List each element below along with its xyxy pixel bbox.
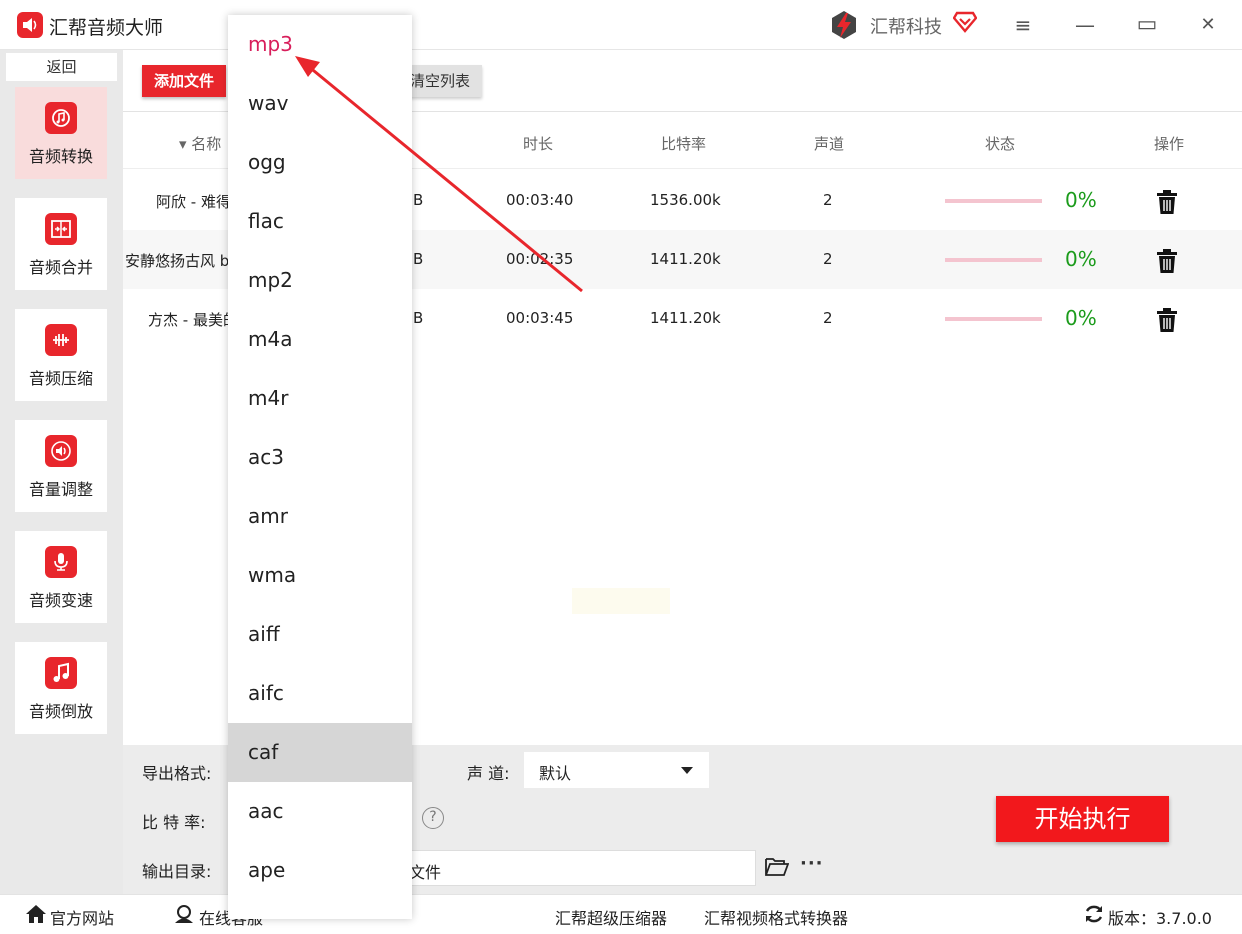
file-bitrate: 1411.20k	[650, 309, 721, 327]
sidebar-item-label: 音频倒放	[28, 702, 93, 721]
version-label: 版本：3.7.0.0	[1108, 909, 1212, 928]
title-bar: 汇帮音频大师 汇帮科技 ≡ — ▭ ✕	[0, 0, 1242, 50]
close-button[interactable]: ✕	[1193, 10, 1223, 40]
brand-name: 汇帮科技	[870, 17, 942, 38]
format-option-m4r[interactable]: m4r	[228, 369, 412, 428]
column-header-duration: 时长	[523, 135, 554, 153]
sidebar: 返回 音频转换 音频合并 音频压缩 音量调整 音频变速 音频倒放	[0, 50, 123, 894]
chevron-down-icon	[681, 767, 693, 774]
sidebar-item-audio-merge[interactable]: 音频合并	[15, 198, 107, 290]
channel-select[interactable]: 默认	[524, 752, 709, 788]
add-file-button[interactable]: 添加文件	[142, 65, 226, 97]
minimize-button[interactable]: —	[1070, 10, 1100, 40]
vip-diamond-icon[interactable]	[952, 11, 978, 37]
volume-icon	[45, 435, 77, 467]
progress-percent: 0%	[1065, 247, 1097, 271]
file-channels: 2	[823, 191, 833, 209]
progress-bar	[945, 199, 1042, 203]
help-icon[interactable]: ?	[422, 807, 444, 829]
format-option-ape[interactable]: ape	[228, 841, 412, 900]
progress-bar	[945, 258, 1042, 262]
back-button[interactable]: 返回	[6, 53, 117, 81]
drop-hint-area	[572, 588, 670, 614]
progress-percent: 0%	[1065, 306, 1097, 330]
format-option-amr[interactable]: amr	[228, 487, 412, 546]
folder-open-icon[interactable]	[765, 856, 790, 882]
sidebar-item-audio-compress[interactable]: 音频压缩	[15, 309, 107, 401]
more-options-icon[interactable]: ···	[800, 853, 824, 874]
column-header-channels: 声道	[814, 135, 845, 153]
format-dropdown-menu[interactable]: mp3 wav ogg flac mp2 m4a m4r ac3 amr wma…	[228, 15, 412, 919]
sidebar-item-label: 音量调整	[28, 480, 93, 499]
customer-service-icon	[173, 904, 195, 928]
bitrate-label: 比 特 率:	[142, 813, 206, 832]
trash-icon[interactable]	[1156, 190, 1178, 218]
brand-logo-icon	[828, 9, 860, 45]
format-option-caf[interactable]: caf	[228, 723, 412, 782]
column-header-action: 操作	[1154, 135, 1185, 153]
sidebar-item-label: 音频变速	[28, 591, 93, 610]
super-compressor-link[interactable]: 汇帮超级压缩器	[555, 905, 667, 929]
sidebar-item-audio-convert[interactable]: 音频转换	[15, 87, 107, 179]
file-name: 方杰 - 最美的	[148, 311, 238, 329]
format-option-aiff[interactable]: aiff	[228, 605, 412, 664]
sidebar-item-volume-adjust[interactable]: 音量调整	[15, 420, 107, 512]
sidebar-item-audio-speed[interactable]: 音频变速	[15, 531, 107, 623]
file-channels: 2	[823, 309, 833, 327]
file-name: 阿欣 - 难得	[156, 193, 231, 211]
column-header-status: 状态	[985, 135, 1016, 153]
file-name: 安静悠扬古风 b	[125, 252, 230, 270]
compress-icon	[45, 324, 77, 356]
format-option-ac3[interactable]: ac3	[228, 428, 412, 487]
sidebar-item-label: 音频转换	[28, 147, 93, 166]
sidebar-item-label: 音频压缩	[28, 369, 93, 388]
format-option-m4a[interactable]: m4a	[228, 310, 412, 369]
file-duration: 00:02:35	[506, 250, 574, 268]
file-duration: 00:03:45	[506, 309, 574, 327]
format-option-aifc[interactable]: aifc	[228, 664, 412, 723]
file-bitrate: 1411.20k	[650, 250, 721, 268]
format-option-wav[interactable]: wav	[228, 74, 412, 133]
format-option-mp2[interactable]: mp2	[228, 251, 412, 310]
file-bitrate: 1536.00k	[650, 191, 721, 209]
format-option-ogg[interactable]: ogg	[228, 133, 412, 192]
app-title: 汇帮音频大师	[49, 17, 164, 39]
output-dir-input[interactable]: 文件	[408, 850, 756, 886]
progress-percent: 0%	[1065, 188, 1097, 212]
output-dir-label: 输出目录:	[142, 862, 212, 881]
format-option-wma[interactable]: wma	[228, 546, 412, 605]
format-option-mp3[interactable]: mp3	[228, 15, 412, 74]
home-icon	[25, 904, 47, 928]
output-dir-value: 文件	[409, 863, 442, 882]
footer: 官方网站 在线客服 汇帮超级压缩器 汇帮视频格式转换器 版本：3.7.0.0	[0, 894, 1242, 934]
start-button[interactable]: 开始执行	[996, 796, 1169, 842]
channel-label: 声 道:	[467, 764, 510, 783]
format-label: 导出格式:	[142, 764, 212, 783]
file-size: B	[413, 191, 424, 209]
column-header-name[interactable]: ▾ 名称	[179, 133, 221, 154]
video-converter-link[interactable]: 汇帮视频格式转换器	[704, 905, 848, 929]
sidebar-item-label: 音频合并	[28, 258, 93, 277]
file-duration: 00:03:40	[506, 191, 574, 209]
menu-button[interactable]: ≡	[1008, 10, 1038, 40]
channel-select-value: 默认	[539, 764, 572, 783]
merge-icon	[45, 213, 77, 245]
file-size: B	[413, 309, 424, 327]
format-option-flac[interactable]: flac	[228, 192, 412, 251]
app-logo-icon	[17, 12, 43, 38]
column-header-bitrate: 比特率	[661, 135, 707, 153]
refresh-icon	[1083, 904, 1105, 928]
microphone-icon	[45, 546, 77, 578]
official-website-link[interactable]: 官方网站	[50, 905, 114, 929]
sidebar-item-audio-reverse[interactable]: 音频倒放	[15, 642, 107, 734]
trash-icon[interactable]	[1156, 249, 1178, 277]
music-note-icon	[45, 657, 77, 689]
file-size: B	[413, 250, 424, 268]
trash-icon[interactable]	[1156, 308, 1178, 336]
music-convert-icon	[45, 102, 77, 134]
maximize-button[interactable]: ▭	[1132, 10, 1162, 40]
progress-bar	[945, 317, 1042, 321]
file-channels: 2	[823, 250, 833, 268]
format-option-aac[interactable]: aac	[228, 782, 412, 841]
